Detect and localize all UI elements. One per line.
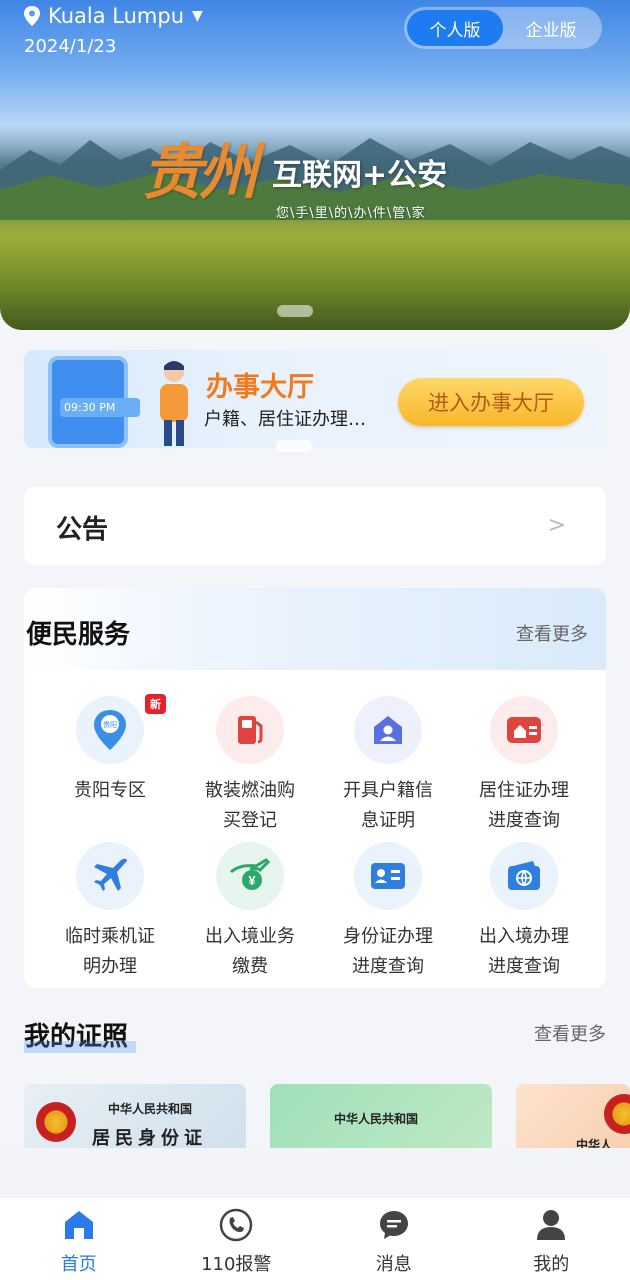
- tab-label: 首页: [60, 1254, 97, 1275]
- notice-bar[interactable]: 公告 >: [24, 487, 606, 565]
- service-label: 出入境业务 缴费: [205, 926, 295, 977]
- service-residence-progress[interactable]: 居住证办理 进度查询: [456, 696, 592, 836]
- location-selector[interactable]: Kuala Lumpu ▼: [22, 4, 203, 28]
- hero-slogan: 您\手\里\的\办\件\管\家: [276, 206, 426, 221]
- yuan-payment-icon: ¥: [216, 842, 284, 910]
- airplane-icon: [76, 842, 144, 910]
- hero-place-title: 贵州: [142, 138, 258, 208]
- home-icon: [64, 1211, 93, 1239]
- service-label: 临时乘机证 明办理: [65, 926, 155, 977]
- services-title: 便民服务: [26, 620, 131, 650]
- id-card-icon: [354, 842, 422, 910]
- service-household-proof[interactable]: 开具户籍信 息证明: [320, 696, 456, 836]
- chevron-right-icon: >: [547, 513, 566, 538]
- residence-card-icon: [490, 696, 558, 764]
- service-exit-entry-progress[interactable]: 出入境办理 进度查询: [456, 842, 592, 982]
- service-label: 开具户籍信 息证明: [343, 780, 433, 831]
- banner-subtitle: 户籍、居住证办理…: [204, 409, 366, 430]
- licences-more-link[interactable]: 查看更多: [534, 1020, 606, 1046]
- orange-licence-card[interactable]: 中华人: [516, 1084, 630, 1154]
- tab-label: 消息: [375, 1254, 412, 1275]
- phone-icon: [220, 1208, 253, 1242]
- new-badge: 新: [145, 694, 166, 714]
- svg-text:¥: ¥: [248, 873, 256, 888]
- tab-110-alarm[interactable]: 110报警: [158, 1198, 316, 1280]
- passport-globe-icon: [490, 842, 558, 910]
- licences-title: 我的证照: [24, 1016, 137, 1053]
- chevron-down-icon: ▼: [192, 8, 203, 24]
- user-icon: [537, 1210, 566, 1240]
- service-guiyang-zone[interactable]: 贵阳 新 贵阳专区: [42, 694, 178, 806]
- hero-banner[interactable]: Kuala Lumpu ▼ 2024/1/23 个人版 企业版 贵州 互联网+公…: [0, 0, 630, 330]
- services-panel: 便民服务 查看更多 贵阳 新 贵阳专区 散装燃油购 买登记 开具户籍信 息证明 …: [24, 588, 606, 988]
- tab-profile[interactable]: 我的: [473, 1198, 630, 1280]
- person-illustration: [160, 361, 188, 446]
- service-id-card-progress[interactable]: 身份证办理 进度查询: [320, 842, 456, 982]
- banner-carousel-indicator: [276, 440, 312, 452]
- tab-home[interactable]: 首页: [0, 1198, 158, 1280]
- service-exit-entry-payment[interactable]: ¥ 出入境业务 缴费: [182, 842, 318, 982]
- service-label: 居住证办理 进度查询: [479, 780, 569, 831]
- edition-switch[interactable]: 个人版 企业版: [404, 7, 602, 49]
- service-flight-certificate[interactable]: 临时乘机证 明办理: [42, 842, 178, 982]
- message-icon: [379, 1211, 408, 1239]
- carousel-indicator: [277, 305, 313, 317]
- service-label: 出入境办理 进度查询: [479, 926, 569, 977]
- date-text: 2024/1/23: [24, 36, 117, 57]
- tab-label: 我的: [533, 1254, 570, 1275]
- service-label: 贵阳专区: [74, 780, 146, 801]
- enterprise-edition-tab[interactable]: 企业版: [503, 10, 599, 46]
- household-user-icon: [354, 696, 422, 764]
- banner-title: 办事大厅: [206, 372, 314, 403]
- phone-clock-text: 09:30 PM: [60, 398, 140, 417]
- notice-title: 公告: [56, 515, 109, 545]
- tab-label: 110报警: [201, 1254, 272, 1275]
- phone-illustration: 09:30 PM: [48, 356, 140, 448]
- fuel-pump-icon: [216, 696, 284, 764]
- id-card-licence[interactable]: 中华人民共和国 居民身份证: [24, 1084, 246, 1154]
- guiyang-pin-icon: 贵阳 新: [76, 694, 166, 764]
- location-pin-icon: [24, 6, 40, 26]
- green-licence-card[interactable]: 中华人民共和国: [270, 1084, 492, 1154]
- hero-headline: 互联网+公安: [272, 158, 448, 193]
- tab-messages[interactable]: 消息: [315, 1198, 473, 1280]
- services-header: 便民服务 查看更多: [24, 588, 606, 670]
- licence-name: 居民身份证: [92, 1128, 207, 1149]
- location-text: Kuala Lumpu: [48, 4, 185, 28]
- personal-edition-tab[interactable]: 个人版: [407, 10, 503, 46]
- enter-service-hall-button[interactable]: 进入办事大厅: [398, 378, 584, 426]
- bottom-tab-bar: 首页 110报警 消息 我的: [0, 1198, 630, 1280]
- licence-issuer: 中华人民共和国: [334, 1112, 419, 1126]
- service-label: 身份证办理 进度查询: [343, 926, 433, 977]
- services-more-link[interactable]: 查看更多: [516, 620, 588, 646]
- bottom-fade: [0, 1148, 630, 1198]
- svg-text:贵阳: 贵阳: [103, 720, 117, 729]
- national-emblem-icon: [604, 1094, 630, 1134]
- service-fuel-registration[interactable]: 散装燃油购 买登记: [182, 696, 318, 836]
- service-label: 散装燃油购 买登记: [205, 780, 295, 831]
- national-emblem-icon: [36, 1102, 76, 1142]
- licence-issuer: 中华人民共和国: [108, 1102, 193, 1116]
